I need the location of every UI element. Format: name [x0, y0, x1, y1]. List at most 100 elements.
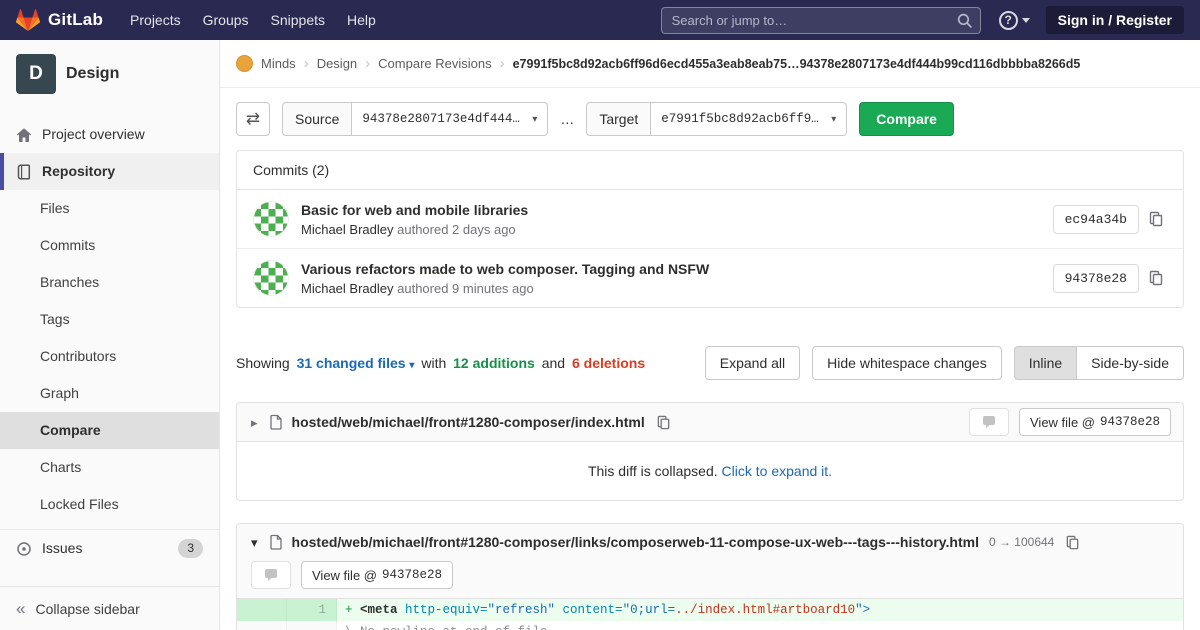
swap-revisions-button[interactable]: ⇄: [236, 102, 270, 136]
project-name: Design: [66, 65, 119, 83]
nav-link-groups[interactable]: Groups: [192, 8, 260, 32]
and-label: and: [542, 355, 565, 371]
page-body: ⇄ Source 94378e2807173e4df444… ▾ … Targe…: [220, 88, 1200, 630]
diff-line-prefix: \: [345, 622, 360, 630]
file-toggle-caret[interactable]: ▸: [249, 416, 260, 429]
breadcrumb-link-minds[interactable]: Minds: [261, 56, 296, 71]
breadcrumb-link-design[interactable]: Design: [317, 56, 357, 71]
top-navbar: GitLab Projects Groups Snippets Help ? S…: [0, 0, 1200, 40]
nav-link-snippets[interactable]: Snippets: [260, 8, 336, 32]
diff-view-toggle: Inline Side-by-side: [1014, 346, 1184, 380]
commit-author-link[interactable]: Michael Bradley: [301, 281, 394, 296]
file-path-link[interactable]: hosted/web/michael/front#1280-composer/l…: [292, 534, 979, 550]
commits-panel: Commits (2) Basic for web and mobile lib…: [236, 150, 1184, 308]
breadcrumb-link-compare-revisions[interactable]: Compare Revisions: [378, 56, 491, 71]
collapse-sidebar-button[interactable]: « Collapse sidebar: [0, 586, 219, 630]
diff-line-code: +<meta http-equiv="refresh" content="0;u…: [337, 599, 1183, 621]
nav-link-help[interactable]: Help: [336, 8, 387, 32]
code-token: content=: [555, 603, 623, 617]
target-dropdown[interactable]: e7991f5bc8d92acb6ff9… ▾: [651, 102, 847, 136]
sidebar-item-label: Project overview: [42, 125, 145, 144]
diff-file-collapsed: ▸ hosted/web/michael/front#1280-composer…: [236, 402, 1184, 501]
collapsed-text: This diff is collapsed.: [588, 463, 718, 479]
comment-icon: [981, 414, 997, 430]
code-token: "refresh": [488, 603, 556, 617]
old-line-number[interactable]: [237, 599, 287, 621]
project-avatar: D: [16, 54, 56, 94]
source-dropdown[interactable]: 94378e2807173e4df444… ▾: [352, 102, 548, 136]
view-file-label: View file @: [312, 568, 377, 583]
breadcrumb-separator: ›: [365, 56, 370, 71]
file-actions: View file @ 94378e28: [251, 561, 1171, 589]
revision-range-separator: …: [560, 111, 574, 127]
search-icon[interactable]: [956, 12, 973, 29]
commit-info: Various refactors made to web composer. …: [301, 261, 1041, 296]
sidebar-item-graph[interactable]: Graph: [0, 375, 219, 412]
sidebar-item-contributors[interactable]: Contributors: [0, 338, 219, 375]
sidebar-item-commits[interactable]: Commits: [0, 227, 219, 264]
commit-author-link[interactable]: Michael Bradley: [301, 222, 394, 237]
old-line-number: [237, 621, 287, 630]
source-selector: Source 94378e2807173e4df444… ▾: [282, 102, 548, 136]
code-token: <meta: [360, 603, 405, 617]
changed-files-dropdown[interactable]: 31 changed files ▾: [297, 355, 415, 371]
expand-all-button[interactable]: Expand all: [705, 346, 800, 380]
source-label: Source: [282, 102, 352, 136]
diff-file-header: ▾ hosted/web/michael/front#1280-composer…: [237, 524, 1183, 599]
sign-in-button[interactable]: Sign in / Register: [1046, 6, 1184, 34]
repository-subnav: Files Commits Branches Tags Contributors…: [0, 190, 219, 523]
sidebar-item-issues[interactable]: Issues 3: [0, 529, 219, 567]
toggle-comments-button[interactable]: [251, 561, 291, 589]
sidebar-item-label: Issues: [42, 539, 82, 558]
hide-whitespace-button[interactable]: Hide whitespace changes: [812, 346, 1002, 380]
commit-title-link[interactable]: Basic for web and mobile libraries: [301, 202, 1041, 218]
view-file-label: View file @: [1030, 415, 1095, 430]
sidebar-item-repository[interactable]: Repository: [0, 153, 219, 190]
with-label: with: [421, 355, 446, 371]
gitlab-logo-icon: [16, 8, 40, 32]
sidebar-item-compare[interactable]: Compare: [0, 412, 219, 449]
breadcrumb-current: e7991f5bc8d92acb6ff96d6ecd455a3eab8eab75…: [513, 57, 1081, 71]
search-input[interactable]: [661, 7, 981, 34]
sidebar-item-branches[interactable]: Branches: [0, 264, 219, 301]
identicon-avatar: [254, 261, 289, 296]
copy-path-button[interactable]: [653, 412, 674, 433]
commit-title-link[interactable]: Various refactors made to web composer. …: [301, 261, 1041, 277]
nav-link-projects[interactable]: Projects: [119, 8, 192, 32]
code-token: "0;url=: [623, 603, 676, 617]
page-layout: D Design Project overview Repository: [0, 40, 1200, 630]
file-icon: [268, 414, 284, 430]
file-toggle-caret[interactable]: ▾: [249, 536, 260, 549]
swap-icon: ⇄: [246, 109, 260, 129]
compare-button[interactable]: Compare: [859, 102, 954, 136]
view-file-button[interactable]: View file @ 94378e28: [1019, 408, 1171, 436]
copy-path-button[interactable]: [1062, 532, 1083, 553]
inline-view-button[interactable]: Inline: [1014, 346, 1077, 380]
copy-icon: [1065, 535, 1080, 550]
sidebar-item-charts[interactable]: Charts: [0, 449, 219, 486]
repository-icon: [16, 164, 32, 180]
collapsed-diff-message: This diff is collapsed. Click to expand …: [237, 442, 1183, 500]
help-menu[interactable]: ?: [999, 11, 1030, 30]
copy-sha-button[interactable]: [1145, 208, 1167, 230]
sidebar-item-tags[interactable]: Tags: [0, 301, 219, 338]
copy-icon: [1148, 211, 1164, 227]
sidebar-item-files[interactable]: Files: [0, 190, 219, 227]
copy-sha-button[interactable]: [1145, 267, 1167, 289]
collapse-icon: «: [16, 600, 25, 617]
new-line-number[interactable]: 1: [287, 599, 337, 621]
view-file-button[interactable]: View file @ 94378e28: [301, 561, 453, 589]
file-path-link[interactable]: hosted/web/michael/front#1280-composer/i…: [292, 414, 645, 430]
gitlab-home-link[interactable]: GitLab: [16, 8, 103, 32]
diff-file-expanded: ▾ hosted/web/michael/front#1280-composer…: [236, 523, 1184, 630]
sidebar-item-project-overview[interactable]: Project overview: [0, 116, 219, 153]
copy-icon: [656, 415, 671, 430]
file-actions: View file @ 94378e28: [969, 408, 1171, 436]
sidebar-item-locked-files[interactable]: Locked Files: [0, 486, 219, 523]
expand-diff-link[interactable]: Click to expand it.: [722, 463, 833, 479]
side-by-side-view-button[interactable]: Side-by-side: [1077, 346, 1184, 380]
commit-sha-group: ec94a34b: [1053, 205, 1167, 234]
project-context-link[interactable]: D Design: [0, 40, 219, 108]
source-value: 94378e2807173e4df444…: [362, 112, 520, 126]
toggle-comments-button[interactable]: [969, 408, 1009, 436]
